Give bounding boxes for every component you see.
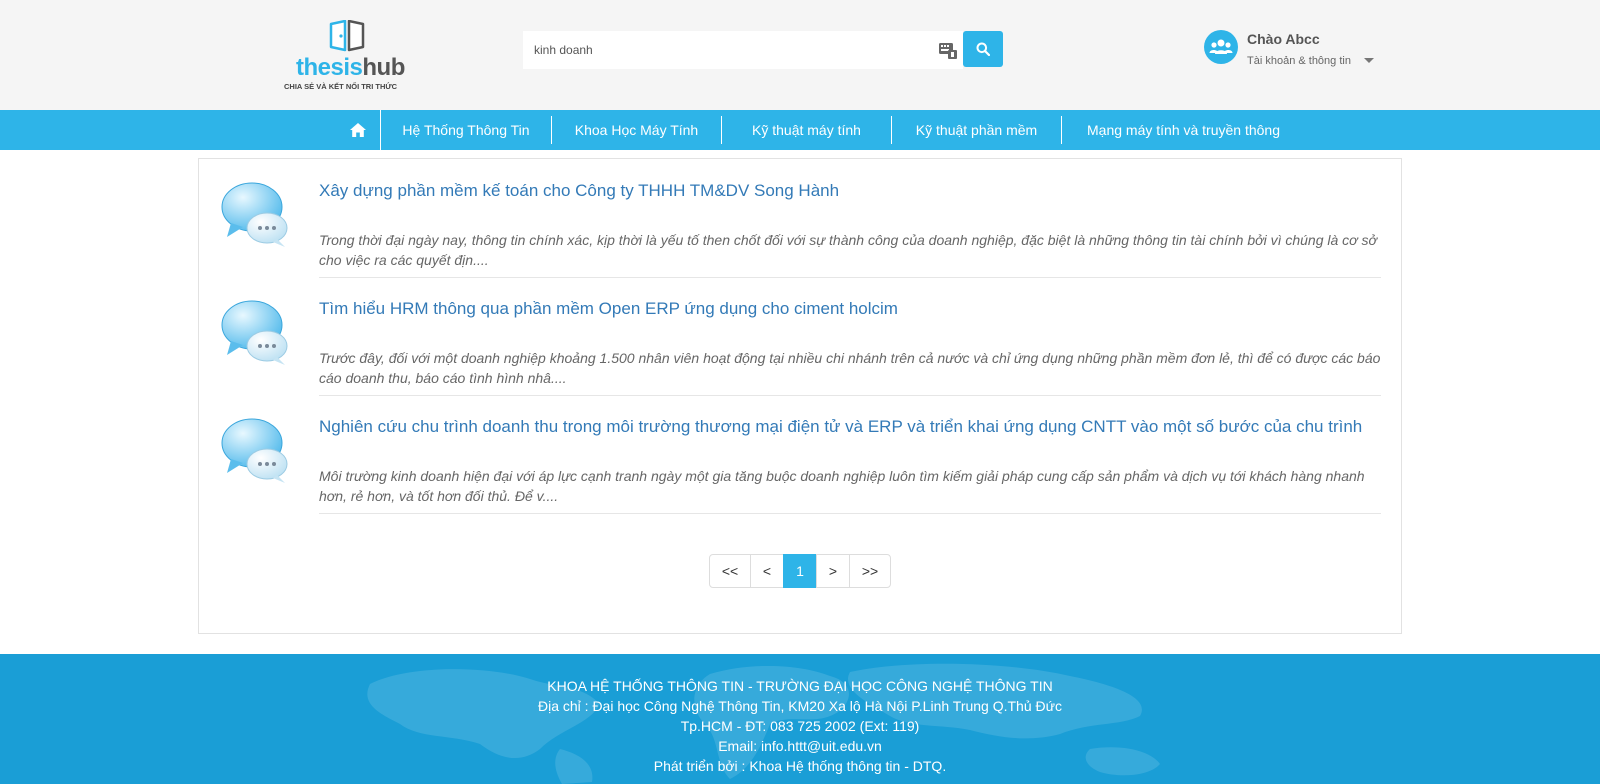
result-title[interactable]: Tìm hiểu HRM thông qua phần mềm Open ERP… [319,299,898,319]
result-description: Môi trường kinh doanh hiện đại với áp lự… [319,468,1365,504]
main-nav: Hệ Thống Thông Tin Khoa Học Máy Tính Kỹ … [0,110,1600,150]
keyboard-icon[interactable] [939,41,957,59]
result-description: Trong thời đại ngày nay, thông tin chính… [319,232,1377,268]
caret-down-icon[interactable] [1364,58,1374,63]
footer-line: Phát triển bởi : Khoa Hệ thống thông tin… [653,758,947,774]
search-icon [976,42,990,56]
result-title[interactable]: Nghiên cứu chu trình doanh thu trong môi… [319,417,1362,437]
account-link[interactable]: Tài khoản & thông tin [1247,55,1351,67]
footer-line: Địa chỉ : Đại học Công Nghệ Thông Tin, K… [537,698,1062,714]
users-icon [1209,39,1233,54]
divider [319,277,1381,278]
logo-tagline: CHIA SẺ VÀ KẾT NỐI TRI THỨC [284,82,398,91]
logo-brand-part2: hub [362,54,405,81]
search-button[interactable] [963,31,1003,67]
footer: KHOA HỆ THỐNG THÔNG TIN - TRƯỜNG ĐẠI HỌC… [0,654,1600,784]
logo[interactable]: thesishub CHIA SẺ VÀ KẾT NỐI TRI THỨC [284,18,414,92]
footer-email[interactable]: Email: info.httt@uit.edu.vn [0,736,1600,756]
footer-info: KHOA HỆ THỐNG THÔNG TIN - TRƯỜNG ĐẠI HỌC… [0,676,1600,776]
search-bar [523,31,1003,69]
logo-wordmark: thesishub [296,54,405,82]
user-menu[interactable]: Chào Abcc Tài khoản & thông tin [1204,28,1384,72]
chat-bubbles-icon [221,418,288,483]
divider [319,395,1381,396]
page-next-button[interactable]: > [816,554,850,588]
result-description: Trước đây, đối với một doanh nghiệp khoả… [319,350,1381,386]
nav-item-he-thong-thong-tin[interactable]: Hệ Thống Thông Tin [381,110,551,150]
nav-item-ky-thuat-phan-mem[interactable]: Kỹ thuật phần mềm [892,110,1061,150]
results-panel: Xây dựng phần mềm kế toán cho Công ty TH… [198,158,1402,634]
nav-home[interactable] [336,110,381,150]
page-prev-button[interactable]: < [750,554,784,588]
chat-bubbles-icon [221,182,288,247]
divider [319,513,1381,514]
page-first-button[interactable]: << [709,554,751,588]
page-last-button[interactable]: >> [849,554,891,588]
nav-item-mang-may-tinh[interactable]: Mạng máy tính và truyền thông [1062,110,1305,150]
page-current-button[interactable]: 1 [783,554,817,588]
nav-item-khoa-hoc-may-tinh[interactable]: Khoa Học Máy Tính [552,110,721,150]
logo-brand-part1: thesis [296,54,363,81]
search-input[interactable] [523,31,963,69]
pagination: << < 1 > >> [709,554,891,588]
avatar[interactable] [1204,30,1238,64]
footer-line: Tp.HCM - ĐT: 083 725 2002 (Ext: 119) [680,718,920,734]
nav-item-ky-thuat-may-tinh[interactable]: Kỹ thuật máy tính [722,110,891,150]
home-icon [350,123,366,137]
footer-line: KHOA HỆ THỐNG THÔNG TIN - TRƯỜNG ĐẠI HỌC… [547,678,1053,694]
chat-bubbles-icon [221,300,288,365]
result-title[interactable]: Xây dựng phần mềm kế toán cho Công ty TH… [319,181,839,201]
user-greeting: Chào Abcc [1247,31,1320,47]
book-icon [329,20,365,52]
header: thesishub CHIA SẺ VÀ KẾT NỐI TRI THỨC ki… [0,0,1600,110]
